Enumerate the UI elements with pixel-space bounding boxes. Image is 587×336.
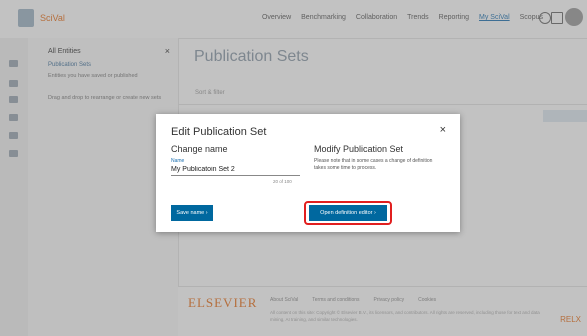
modify-note: Please note that in some cases a change … [314, 158, 433, 171]
name-char-counter: 20 of 100 [273, 179, 292, 184]
edit-publication-set-dialog: Edit Publication Set × Change name Name … [156, 114, 460, 232]
close-icon[interactable]: × [440, 124, 446, 136]
change-name-heading: Change name [171, 144, 228, 154]
highlight-box [304, 201, 392, 225]
app-page: SciVal Overview Benchmarking Collaborati… [0, 0, 587, 336]
name-input[interactable] [171, 163, 300, 176]
save-name-button[interactable]: Save name › [171, 205, 213, 221]
modify-set-heading: Modify Publication Set [314, 144, 404, 154]
dialog-title: Edit Publication Set [171, 126, 267, 138]
